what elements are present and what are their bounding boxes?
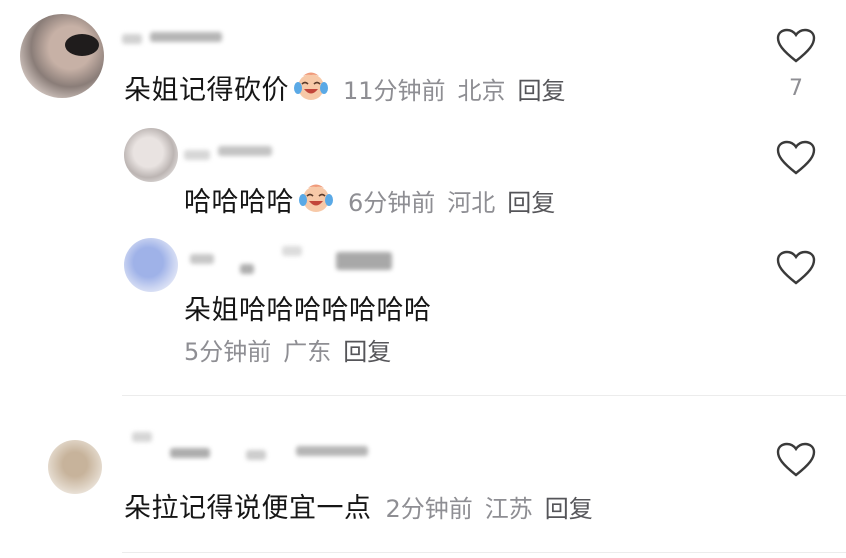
comment-time: 5分钟前 — [184, 338, 272, 366]
reply-button[interactable]: 回复 — [343, 332, 391, 367]
avatar[interactable] — [124, 128, 178, 182]
avatar[interactable] — [48, 440, 102, 494]
reply-button[interactable]: 回复 — [545, 489, 593, 524]
like-heart-icon[interactable] — [776, 250, 816, 286]
blurred-username — [218, 146, 272, 156]
comment-row: 朵姐记得砍价 11分钟前 北京 回复 — [124, 68, 566, 107]
comment-row: 哈哈哈哈 6分钟前 河北 回复 — [184, 180, 555, 219]
comment-time: 11分钟前 — [343, 77, 446, 105]
blurred-username — [170, 448, 210, 458]
comment-text: 朵姐哈哈哈哈哈哈哈 — [184, 295, 432, 326]
like-heart-icon[interactable] — [776, 28, 816, 64]
blurred-username — [122, 34, 142, 44]
blurred-username — [246, 450, 266, 460]
comment-location: 北京 — [457, 77, 506, 105]
comment-location: 河北 — [447, 189, 496, 217]
blurred-username — [336, 252, 392, 270]
blurred-username — [150, 32, 222, 42]
comment-time: 6分钟前 — [348, 189, 436, 217]
blurred-username — [240, 264, 254, 274]
comment-list: 朵姐记得砍价 11分钟前 北京 回复 7 哈哈哈哈 6分钟前 河北 回复 朵姐哈… — [0, 0, 846, 558]
comment-row: 朵姐哈哈哈哈哈哈哈 — [184, 288, 432, 327]
reply-button[interactable]: 回复 — [518, 71, 566, 106]
blurred-username — [132, 432, 152, 442]
divider — [122, 395, 846, 396]
comment-location: 广东 — [283, 338, 332, 366]
avatar[interactable] — [124, 238, 178, 292]
reply-button[interactable]: 回复 — [507, 183, 555, 218]
avatar[interactable] — [20, 14, 104, 98]
comment-text: 朵拉记得说便宜一点 — [124, 493, 372, 524]
crying-laughing-emoji — [298, 183, 334, 212]
like-heart-icon[interactable] — [776, 442, 816, 478]
like-heart-icon[interactable] — [776, 140, 816, 176]
blurred-username — [296, 446, 368, 456]
blurred-username — [282, 246, 302, 256]
comment-row: 朵拉记得说便宜一点 2分钟前 江苏 回复 — [124, 486, 593, 525]
comment-text: 朵姐记得砍价 — [124, 75, 289, 106]
comment-time: 2分钟前 — [385, 495, 473, 523]
crying-laughing-emoji — [293, 71, 329, 100]
blurred-username — [184, 150, 210, 160]
like-count: 7 — [789, 76, 803, 101]
comment-text: 哈哈哈哈 — [184, 187, 294, 218]
divider — [122, 552, 846, 553]
blurred-username — [190, 254, 214, 264]
comment-location: 江苏 — [484, 495, 533, 523]
comment-meta-row: 5分钟前 广东 回复 — [170, 332, 391, 367]
